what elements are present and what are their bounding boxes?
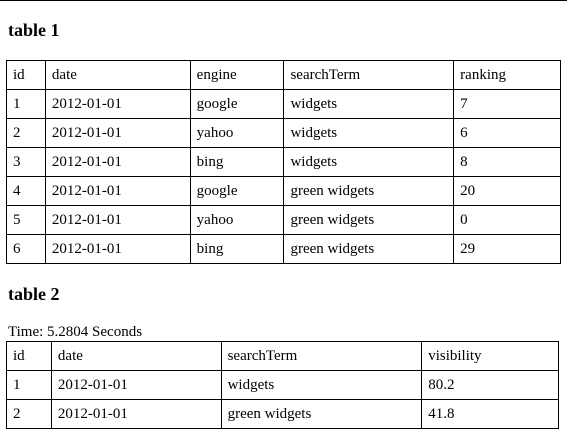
table2: id date searchTerm visibility 1 2012-01-… (6, 341, 559, 429)
table-row: 1 2012-01-01 widgets 80.2 (6, 370, 559, 400)
table-cell: 2012-01-01 (44, 205, 191, 235)
table1-header-row: id date engine searchTerm ranking (6, 60, 561, 90)
table-cell: green widgets (283, 234, 455, 264)
table-cell: 7 (453, 89, 561, 119)
table2-title: table 2 (8, 284, 60, 304)
table-cell: 2 (6, 118, 46, 148)
table-cell: 1 (6, 89, 46, 119)
table-cell: 3 (6, 147, 46, 177)
table-cell: green widgets (283, 176, 455, 206)
table-cell: 2012-01-01 (44, 89, 191, 119)
table-cell: 2012-01-01 (44, 147, 191, 177)
table-cell: 1 (6, 370, 52, 400)
table-cell: green widgets (283, 205, 455, 235)
table-cell: 0 (453, 205, 561, 235)
table-cell: yahoo (189, 118, 285, 148)
table2-header-date: date (50, 341, 222, 371)
table-cell: 80.2 (421, 370, 559, 400)
top-divider (0, 0, 567, 1)
table-cell: bing (189, 147, 285, 177)
table1-header-id: id (6, 60, 46, 90)
table-cell: widgets (283, 147, 455, 177)
table-cell: widgets (283, 118, 455, 148)
table-row: 2 2012-01-01 yahoo widgets 6 (6, 118, 561, 148)
table1-header-ranking: ranking (453, 60, 561, 90)
table-cell: 2 (6, 399, 52, 429)
table-cell: bing (189, 234, 285, 264)
table-row: 6 2012-01-01 bing green widgets 29 (6, 234, 561, 264)
table-cell: 20 (453, 176, 561, 206)
table-cell: 5 (6, 205, 46, 235)
table-cell: 6 (6, 234, 46, 264)
table1-header-engine: engine (189, 60, 285, 90)
table-cell: 2012-01-01 (44, 234, 191, 264)
table-cell: 2012-01-01 (50, 370, 222, 400)
table-row: 3 2012-01-01 bing widgets 8 (6, 147, 561, 177)
table1-title: table 1 (8, 20, 60, 40)
table-row: 5 2012-01-01 yahoo green widgets 0 (6, 205, 561, 235)
table-cell: widgets (283, 89, 455, 119)
table-cell: google (189, 89, 285, 119)
table-cell: yahoo (189, 205, 285, 235)
table-cell: 6 (453, 118, 561, 148)
table2-header-id: id (6, 341, 52, 371)
table1: id date engine searchTerm ranking 1 2012… (6, 60, 561, 264)
table-row: 2 2012-01-01 green widgets 41.8 (6, 399, 559, 429)
table-cell: 8 (453, 147, 561, 177)
table2-header-row: id date searchTerm visibility (6, 341, 559, 371)
table2-header-visibility: visibility (421, 341, 559, 371)
table-cell: 2012-01-01 (44, 176, 191, 206)
table-cell: google (189, 176, 285, 206)
table2-header-searchterm: searchTerm (220, 341, 423, 371)
table-cell: 2012-01-01 (50, 399, 222, 429)
table-cell: 2012-01-01 (44, 118, 191, 148)
table-cell: widgets (220, 370, 423, 400)
table2-caption: Time: 5.2804 Seconds (8, 324, 143, 340)
table-cell: 29 (453, 234, 561, 264)
table-cell: 41.8 (421, 399, 559, 429)
table1-header-date: date (44, 60, 191, 90)
table-cell: green widgets (220, 399, 423, 429)
table-row: 1 2012-01-01 google widgets 7 (6, 89, 561, 119)
table-row: 4 2012-01-01 google green widgets 20 (6, 176, 561, 206)
table-cell: 4 (6, 176, 46, 206)
table1-header-searchterm: searchTerm (283, 60, 455, 90)
